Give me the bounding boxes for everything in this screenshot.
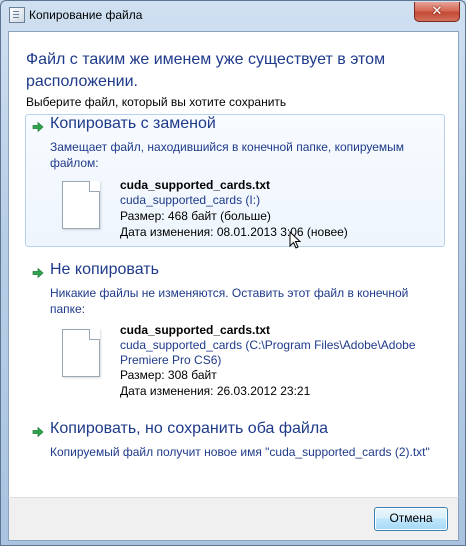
file-name: cuda_supported_cards.txt	[120, 323, 271, 337]
option-title: Копировать с заменой	[50, 115, 216, 132]
option-description: Копируемый файл получит новое имя "cuda_…	[50, 445, 430, 459]
file-modified: Дата изменения: 26.03.2012 23:21	[120, 384, 311, 398]
file-name: cuda_supported_cards.txt	[120, 178, 271, 192]
dialog-heading: Файл с таким же именем уже существует в …	[26, 51, 386, 90]
option-copy-and-replace[interactable]: Копировать с заменой Замещает файл, нахо…	[25, 114, 445, 247]
dialog-subheading: Выберите файл, который вы хотите сохрани…	[26, 95, 287, 109]
file-size: Размер: 308 байт	[120, 368, 217, 382]
text-file-icon	[62, 181, 100, 229]
file-size: Размер: 468 байт (больше)	[120, 209, 271, 223]
option-keep-both[interactable]: Копировать, но сохранить оба файла Копир…	[25, 419, 445, 461]
option-title: Не копировать	[50, 261, 159, 278]
green-right-arrow-icon	[32, 121, 44, 133]
title-bar[interactable]: Копирование файла ✕	[1, 1, 465, 31]
option-title: Копировать, но сохранить оба файла	[50, 420, 329, 437]
dialog-app-icon	[9, 7, 25, 23]
option-dont-copy[interactable]: Не копировать Никакие файлы не изменяютс…	[25, 260, 445, 402]
file-location: cuda_supported_cards (C:\Program Files\A…	[120, 338, 416, 367]
option-description: Никакие файлы не изменяются. Оставить эт…	[50, 286, 409, 316]
green-right-arrow-icon	[32, 426, 44, 438]
dialog-content: Файл с таким же именем уже существует в …	[8, 31, 459, 498]
cancel-button[interactable]: Отмена	[374, 507, 448, 531]
green-right-arrow-icon	[32, 267, 44, 279]
mouse-pointer-icon	[289, 231, 301, 249]
option-description: Замещает файл, находившийся в конечной п…	[50, 140, 405, 170]
close-button[interactable]: ✕	[414, 2, 460, 22]
copy-file-dialog: Копирование файла ✕ Файл с таким же имен…	[0, 0, 466, 546]
text-file-icon	[62, 329, 100, 377]
dialog-footer: Отмена	[8, 497, 459, 541]
window-title: Копирование файла	[29, 8, 143, 22]
file-location: cuda_supported_cards (I:)	[120, 193, 261, 207]
file-modified: Дата изменения: 08.01.2013 3:06 (новее)	[120, 225, 348, 239]
